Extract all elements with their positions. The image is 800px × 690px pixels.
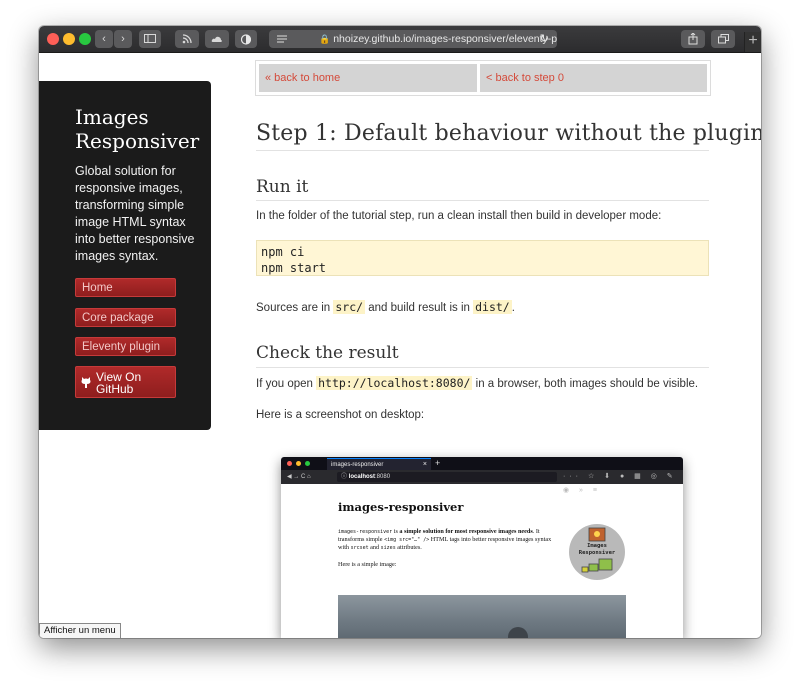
sidebar-nav-eleventy-plugin[interactable]: Eleventy plugin <box>75 337 176 356</box>
check-text-a: If you open <box>256 378 317 390</box>
reader-icon <box>277 35 287 43</box>
sources-paragraph: Sources are in src/ and build result is … <box>256 300 515 314</box>
cloud-icon <box>211 36 222 42</box>
back-to-home-link[interactable]: « back to home <box>259 64 477 92</box>
back-button[interactable]: ‹ <box>95 30 113 48</box>
sidebar: Images Responsiver Global solution for r… <box>39 81 211 430</box>
sidebar-nav-home[interactable]: Home <box>75 278 176 297</box>
site-description: Global solution for responsive images, t… <box>75 164 195 263</box>
screenshot-code-3: srcset <box>350 545 369 551</box>
shield-icon <box>240 34 252 45</box>
src-code: src/ <box>333 300 366 314</box>
screenshot-text-d: and <box>368 544 381 551</box>
screenshot-url-host: localhost <box>348 474 376 480</box>
tabs-icon <box>717 34 729 44</box>
screenshot-code-1: images-responsiver <box>338 529 393 535</box>
screenshot-text-e: attributes. <box>395 544 422 551</box>
reload-icon[interactable]: ↻ <box>540 30 549 48</box>
localhost-code: http://localhost:8080/ <box>316 376 473 390</box>
section-heading-check: Check the result <box>256 343 399 363</box>
screenshot-code-4: sizes <box>380 545 396 551</box>
lock-icon: 🔒 <box>319 34 331 44</box>
forward-button[interactable]: › <box>114 30 132 48</box>
screenshot-bold: a simple solution for most responsive im… <box>399 528 533 535</box>
web-page: « back to home < back to step 0 Images R… <box>39 53 761 638</box>
logo-text-line-1: Images <box>587 543 607 549</box>
screenshot-paragraph-1: images-responsiver is a simple solution … <box>338 528 558 552</box>
zoom-window-button[interactable] <box>79 33 91 45</box>
tabs-overview-button[interactable] <box>711 30 735 48</box>
check-text-b: in a browser, both images should be visi… <box>472 378 699 390</box>
share-button[interactable] <box>681 30 705 48</box>
logo-text: Images Responsiver <box>569 543 625 557</box>
sidebar-nav-core-package[interactable]: Core package <box>75 308 176 327</box>
chevron-right-icon: › <box>121 33 125 45</box>
address-url: nhoizey.github.io/images-responsiver/ele… <box>333 33 557 45</box>
cloud-extension-button[interactable] <box>205 30 229 48</box>
run-instructions: In the folder of the tutorial step, run … <box>256 210 662 222</box>
privacy-shield-button[interactable] <box>235 30 257 48</box>
desktop-screenshot-image: images-responsiver × + ◀ → C ⌂ ⓘ localhos… <box>281 457 683 638</box>
chevron-left-icon: ‹ <box>102 33 106 45</box>
code-line-2: npm start <box>261 261 327 275</box>
sources-text-b: and build result is in <box>365 302 474 314</box>
site-title[interactable]: Images Responsiver <box>75 105 205 153</box>
screenshot-intro: Here is a screenshot on desktop: <box>256 409 425 421</box>
screenshot-url-bar: ⓘ localhost:8080 <box>337 472 557 482</box>
dist-code: dist/ <box>473 300 512 314</box>
screenshot-minimize-dot <box>296 461 301 466</box>
rss-button[interactable] <box>175 30 199 48</box>
images-responsiver-logo: Images Responsiver <box>569 524 625 580</box>
section-heading-run: Run it <box>256 177 309 197</box>
screenshot-toolbar-icons: ··· ☆ ⬇ ● ▦ ◎ ✎ ◉ » ≡ <box>563 473 677 494</box>
check-divider <box>256 367 709 368</box>
screenshot-zoom-dot <box>305 461 310 466</box>
screenshot-new-tab: + <box>435 458 441 468</box>
screenshot-tab-strip: images-responsiver × + <box>281 457 683 470</box>
check-paragraph: If you open http://localhost:8080/ in a … <box>256 376 698 390</box>
screenshot-code-2: <img src="…" /> <box>384 537 430 543</box>
logo-text-line-2: Responsiver <box>578 550 616 556</box>
code-line-1: npm ci <box>261 245 305 259</box>
sources-text-c: . <box>511 302 515 314</box>
browser-toolbar: ‹ › 🔒 nhoizey.github.io/images-responsive… <box>39 26 761 53</box>
screenshot-sample-photo <box>338 595 626 638</box>
screenshot-tab: images-responsiver × <box>327 458 431 470</box>
screenshot-heading: images-responsiver <box>338 500 464 514</box>
back-to-step-link[interactable]: < back to step 0 <box>480 64 707 92</box>
page-title: Step 1: Default behaviour without the pl… <box>256 121 761 146</box>
screenshot-tab-title: images-responsiver <box>331 462 384 468</box>
new-tab-button[interactable]: + <box>744 32 761 52</box>
close-window-button[interactable] <box>47 33 59 45</box>
screenshot-nav-bar: ◀ → C ⌂ ⓘ localhost:8080 ··· ☆ ⬇ ● ▦ ◎ ✎… <box>281 470 683 494</box>
run-divider <box>256 200 709 201</box>
screenshot-close-dot <box>287 461 292 466</box>
sidebar-toggle-button[interactable] <box>139 30 161 48</box>
menu-tooltip: Afficher un menu <box>39 623 121 638</box>
dome-silhouette <box>508 627 528 638</box>
browser-window: ‹ › 🔒 nhoizey.github.io/images-responsive… <box>39 26 761 638</box>
screenshot-url-port: :8080 <box>375 474 391 480</box>
rss-icon <box>182 34 192 44</box>
github-octocat-icon <box>81 377 91 388</box>
share-icon <box>688 32 698 45</box>
screenshot-nav-icons: ◀ → C ⌂ <box>287 474 311 480</box>
title-divider <box>256 150 709 151</box>
view-on-github-button[interactable]: View On GitHub <box>75 366 176 398</box>
code-block: npm ci npm start <box>256 240 709 276</box>
sources-text-a: Sources are in <box>256 302 334 314</box>
github-label: View On GitHub <box>96 370 142 396</box>
sidebar-icon <box>144 34 156 43</box>
address-bar[interactable]: 🔒 nhoizey.github.io/images-responsiver/el… <box>269 30 557 48</box>
minimize-window-button[interactable] <box>63 33 75 45</box>
step-navigation: « back to home < back to step 0 <box>255 60 711 96</box>
screenshot-paragraph-2: Here is a simple image: <box>338 561 397 568</box>
